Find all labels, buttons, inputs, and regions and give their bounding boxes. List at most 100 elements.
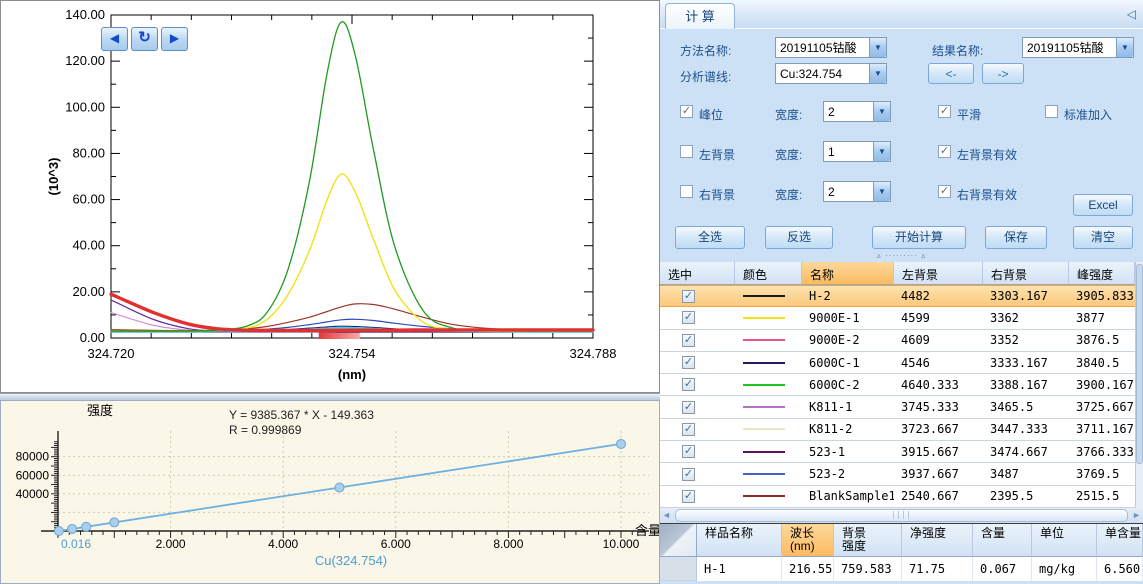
sample-col-header[interactable]: 样品名称	[697, 524, 782, 557]
calibration-point	[54, 526, 63, 535]
svg-text:10.000: 10.000	[603, 537, 640, 551]
row-checkbox[interactable]: ✓	[682, 468, 695, 481]
table-row[interactable]: ✓523-13915.6673474.6673766.333	[660, 441, 1143, 463]
results-col-header[interactable]: 名称	[802, 262, 894, 285]
row-checkbox[interactable]: ✓	[682, 290, 695, 303]
table-splitter-handle[interactable]: ▵ ········· ▵	[660, 252, 1143, 261]
row-color-cell	[735, 339, 802, 341]
row-checkbox[interactable]: ✓	[682, 334, 695, 347]
tab-strip: 计 算 ◁	[660, 0, 1143, 29]
chevron-down-icon[interactable]: ▼	[873, 142, 890, 161]
collapse-panel-icon[interactable]: ◁	[1127, 7, 1136, 21]
smooth-checkbox[interactable]: ✓	[938, 105, 951, 118]
scrollbar-right-arrow-icon[interactable]: ►	[1130, 509, 1143, 522]
results-col-header[interactable]: 左背景	[894, 262, 983, 285]
row-name: K811-1	[802, 400, 894, 414]
sample-col-header[interactable]: 含量	[973, 524, 1032, 557]
chevron-down-icon[interactable]: ▼	[873, 102, 890, 121]
sample-col-header[interactable]: 净强度	[902, 524, 973, 557]
row-left-bg: 3745.333	[894, 400, 983, 414]
y-axis-label: (10^3)	[46, 158, 61, 196]
table-row[interactable]: ✓6000C-145463333.1673840.5	[660, 352, 1143, 374]
svg-text:60000: 60000	[16, 468, 50, 482]
series-color-line	[743, 362, 785, 364]
sample-col-header[interactable]: 单含量	[1097, 524, 1143, 557]
sample-col-header[interactable]: 单位	[1032, 524, 1097, 557]
method-select[interactable]: 20191105钴酸 ▼	[775, 37, 887, 58]
analysis-line-select[interactable]: Cu:324.754 ▼	[775, 63, 887, 84]
width3-select[interactable]: 2 ▼	[823, 181, 891, 202]
excel-button[interactable]: Excel	[1073, 194, 1133, 216]
sample-table-corner[interactable]	[660, 524, 697, 557]
prev-line-button[interactable]: <-	[928, 63, 974, 84]
row-left-bg: 2540.667	[894, 489, 983, 503]
row-checkbox[interactable]: ✓	[682, 356, 695, 369]
axis-title: Cu(324.754)	[315, 553, 387, 568]
results-col-header[interactable]: 右背景	[983, 262, 1069, 285]
results-col-header[interactable]: 颜色	[735, 262, 802, 285]
start-calculation-button[interactable]: 开始计算	[872, 226, 966, 249]
row-left-bg: 4640.333	[894, 378, 983, 392]
table-row[interactable]: ✓H-244823303.1673905.833	[660, 285, 1143, 307]
peak-position-checkbox[interactable]: ✓	[680, 105, 693, 118]
svg-text:2.000: 2.000	[156, 537, 186, 551]
row-left-bg: 4599	[894, 311, 983, 325]
chevron-down-icon[interactable]: ▼	[873, 182, 890, 201]
horizontal-splitter[interactable]	[0, 393, 660, 400]
scroll-right-button[interactable]: ▶	[161, 27, 188, 51]
tab-calculate[interactable]: 计 算	[665, 3, 735, 29]
vertical-scrollbar-thumb[interactable]	[1136, 264, 1143, 464]
results-col-header[interactable]: 选中	[660, 262, 735, 285]
row-checkbox[interactable]: ✓	[682, 311, 695, 324]
result-value: 20191105钴酸	[1023, 39, 1116, 56]
chevron-down-icon[interactable]: ▼	[1116, 38, 1133, 57]
svg-text:0.00: 0.00	[80, 330, 105, 345]
scrollbar-left-arrow-icon[interactable]: ◄	[660, 509, 673, 522]
calibration-point	[110, 518, 119, 527]
sample-row-header[interactable]	[660, 557, 697, 581]
row-left-bg: 4482	[894, 289, 983, 303]
width1-select[interactable]: 2 ▼	[823, 101, 891, 122]
sample-col-header[interactable]: 背景 强度	[834, 524, 902, 557]
chevron-down-icon[interactable]: ▼	[869, 64, 886, 83]
standard-addition-checkbox[interactable]	[1045, 105, 1058, 118]
table-row[interactable]: ✓9000E-2460933523876.5	[660, 330, 1143, 352]
refresh-button[interactable]: ↻	[131, 27, 158, 51]
table-row[interactable]: ✓523-23937.66734873769.5	[660, 463, 1143, 485]
sample-col-header[interactable]: 波长 (nm)	[782, 524, 834, 557]
save-button[interactable]: 保存	[985, 226, 1047, 249]
chevron-down-icon[interactable]: ▼	[869, 38, 886, 57]
row-checkbox[interactable]: ✓	[682, 378, 695, 391]
row-checkbox[interactable]: ✓	[682, 401, 695, 414]
row-checkbox[interactable]: ✓	[682, 490, 695, 503]
invert-selection-button[interactable]: 反选	[765, 226, 833, 249]
table-row[interactable]: ✓K811-23723.6673447.3333711.167	[660, 419, 1143, 441]
left-bg-checkbox[interactable]	[680, 145, 693, 158]
right-bg-checkbox[interactable]	[680, 185, 693, 198]
svg-text:324.720: 324.720	[88, 346, 135, 361]
row-select-cell: ✓	[660, 423, 735, 436]
right-bg-valid-checkbox[interactable]: ✓	[938, 185, 951, 198]
scroll-left-button[interactable]: ◀	[101, 27, 128, 51]
table-row[interactable]: ✓9000E-1459933623877	[660, 307, 1143, 329]
horizontal-scrollbar-thumb[interactable]: ∣∣∣∣	[675, 509, 1128, 522]
row-checkbox[interactable]: ✓	[682, 423, 695, 436]
results-col-header[interactable]: 峰强度	[1069, 262, 1135, 285]
table-row[interactable]: ✓BlankSample12540.6672395.52515.5	[660, 486, 1143, 508]
clear-button[interactable]: 清空	[1073, 226, 1133, 249]
width2-select[interactable]: 1 ▼	[823, 141, 891, 162]
series-color-line	[743, 473, 785, 475]
table-row[interactable]: ✓K811-13745.3333465.53725.667	[660, 396, 1143, 418]
sample-row[interactable]: H-1216.556759.58371.750.067mg/kg6.560	[660, 557, 1143, 581]
left-bg-valid-checkbox[interactable]: ✓	[938, 145, 951, 158]
select-all-button[interactable]: 全选	[675, 226, 745, 249]
left-bg-valid-label: 左背景有效	[957, 146, 1017, 163]
row-checkbox[interactable]: ✓	[682, 445, 695, 458]
calibration-equation: Y = 9385.367 * X - 149.363	[229, 408, 374, 422]
next-line-button[interactable]: ->	[982, 63, 1024, 84]
vertical-scrollbar[interactable]	[1135, 262, 1143, 508]
smooth-label: 平滑	[957, 106, 981, 123]
horizontal-scrollbar[interactable]: ◄ ∣∣∣∣ ►	[660, 508, 1143, 523]
result-select[interactable]: 20191105钴酸 ▼	[1022, 37, 1134, 58]
table-row[interactable]: ✓6000C-24640.3333388.1673900.167	[660, 374, 1143, 396]
